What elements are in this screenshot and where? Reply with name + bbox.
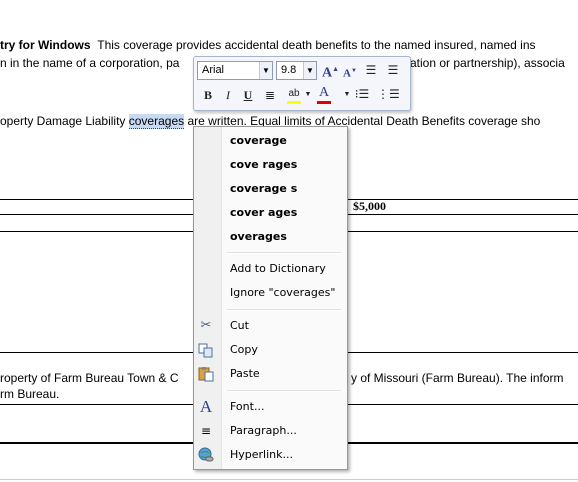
- doc-line-2-right: ation or partnership), associa: [410, 56, 565, 70]
- font-name-combo[interactable]: Arial ▼: [197, 61, 273, 80]
- cut-item[interactable]: ✂ Cut: [201, 314, 345, 338]
- misspelled-word[interactable]: coverages: [128, 114, 185, 129]
- doc-line-1: try for Windows This coverage provides a…: [0, 38, 536, 52]
- hyperlink-label: Hyperlink...: [230, 448, 293, 461]
- font-name-value: Arial: [202, 64, 225, 76]
- context-menu: coverage cove rages coverage s cover age…: [193, 126, 348, 470]
- doc-line-2-left: n in the name of a corporation, pa: [0, 56, 180, 70]
- doc-text: operty Damage Liability: [0, 114, 126, 128]
- paragraph-label: Paragraph...: [230, 424, 297, 437]
- suggestion-item[interactable]: overages: [221, 225, 345, 249]
- menu-separator: [227, 390, 341, 392]
- font-label: Font...: [230, 400, 265, 413]
- doc-line-4-right: y of Missouri (Farm Bureau). The inform: [351, 371, 564, 385]
- paste-item[interactable]: Paste: [198, 362, 345, 386]
- suggestion-item[interactable]: coverage s: [221, 177, 345, 201]
- doc-heading: try for Windows: [0, 38, 91, 52]
- hyperlink-icon: [198, 447, 214, 463]
- mini-toolbar: Arial ▼ 9.8 ▼ A▲ A▼ ☰ ☰ B I U ≣ ab ▼ A ▼…: [193, 56, 411, 111]
- suggestion-item[interactable]: coverage: [221, 129, 345, 153]
- font-color-button[interactable]: A: [316, 85, 332, 104]
- bold-button[interactable]: B: [201, 87, 215, 103]
- underline-button[interactable]: U: [241, 87, 255, 103]
- copy-label: Copy: [230, 343, 258, 356]
- cut-label: Cut: [230, 319, 249, 332]
- increase-indent-icon: ☰: [387, 63, 399, 77]
- scissors-icon: ✂: [200, 318, 212, 333]
- numbering-icon: ⋮☰: [377, 87, 400, 101]
- add-to-dictionary-item[interactable]: Add to Dictionary: [221, 257, 345, 281]
- shrink-font-button[interactable]: A▼: [343, 63, 357, 82]
- chevron-down-icon[interactable]: ▼: [303, 62, 316, 79]
- decrease-indent-button[interactable]: ☰: [363, 62, 379, 78]
- center-align-button[interactable]: ≣: [262, 87, 278, 103]
- increase-indent-button[interactable]: ☰: [385, 62, 401, 78]
- doc-line-4-left: roperty of Farm Bureau Town & C: [0, 371, 179, 385]
- chevron-down-icon[interactable]: ▼: [343, 87, 351, 103]
- copy-icon: [198, 342, 214, 358]
- italic-button[interactable]: I: [221, 87, 235, 103]
- chevron-down-icon[interactable]: ▼: [259, 62, 272, 79]
- center-align-icon: ≣: [264, 88, 276, 102]
- paragraph-item[interactable]: ≡ Paragraph...: [201, 419, 345, 443]
- hyperlink-item[interactable]: Hyperlink...: [198, 443, 345, 467]
- page-bottom-rule: [0, 479, 578, 480]
- font-item[interactable]: A Font...: [200, 395, 345, 419]
- numbering-button[interactable]: ⋮☰: [377, 86, 400, 102]
- paste-icon: [198, 366, 214, 382]
- menu-separator: [227, 309, 341, 311]
- font-icon: A: [199, 397, 213, 416]
- shrink-font-icon: A: [343, 67, 351, 80]
- paragraph-icon: ≡: [200, 424, 212, 438]
- menu-icon-gutter: [194, 127, 222, 469]
- decrease-indent-icon: ☰: [365, 63, 377, 77]
- paste-label: Paste: [230, 367, 260, 380]
- suggestion-item[interactable]: cove rages: [221, 153, 345, 177]
- grow-font-button[interactable]: A▲: [322, 61, 339, 82]
- highlight-color-bar: [287, 101, 301, 104]
- grow-font-icon: A: [322, 65, 333, 81]
- table-cell-value: $5,000: [353, 199, 386, 213]
- bullets-button[interactable]: ⁝☰: [354, 86, 370, 102]
- doc-line-5: rm Bureau.: [0, 387, 60, 401]
- bullets-icon: ⁝☰: [354, 87, 370, 101]
- font-color-bar: [317, 101, 331, 104]
- font-color-icon: A: [318, 85, 330, 100]
- menu-separator: [227, 252, 341, 254]
- chevron-down-icon[interactable]: ▼: [304, 87, 312, 103]
- font-size-value: 9.8: [281, 64, 297, 76]
- copy-item[interactable]: Copy: [198, 338, 345, 362]
- suggestion-item[interactable]: cover ages: [221, 201, 345, 225]
- ignore-item[interactable]: Ignore "coverages": [221, 281, 345, 305]
- highlight-button[interactable]: ab: [286, 86, 302, 104]
- highlight-icon: ab: [288, 88, 300, 99]
- font-size-combo[interactable]: 9.8 ▼: [276, 61, 317, 80]
- doc-text: This coverage provides accidental death …: [97, 38, 536, 52]
